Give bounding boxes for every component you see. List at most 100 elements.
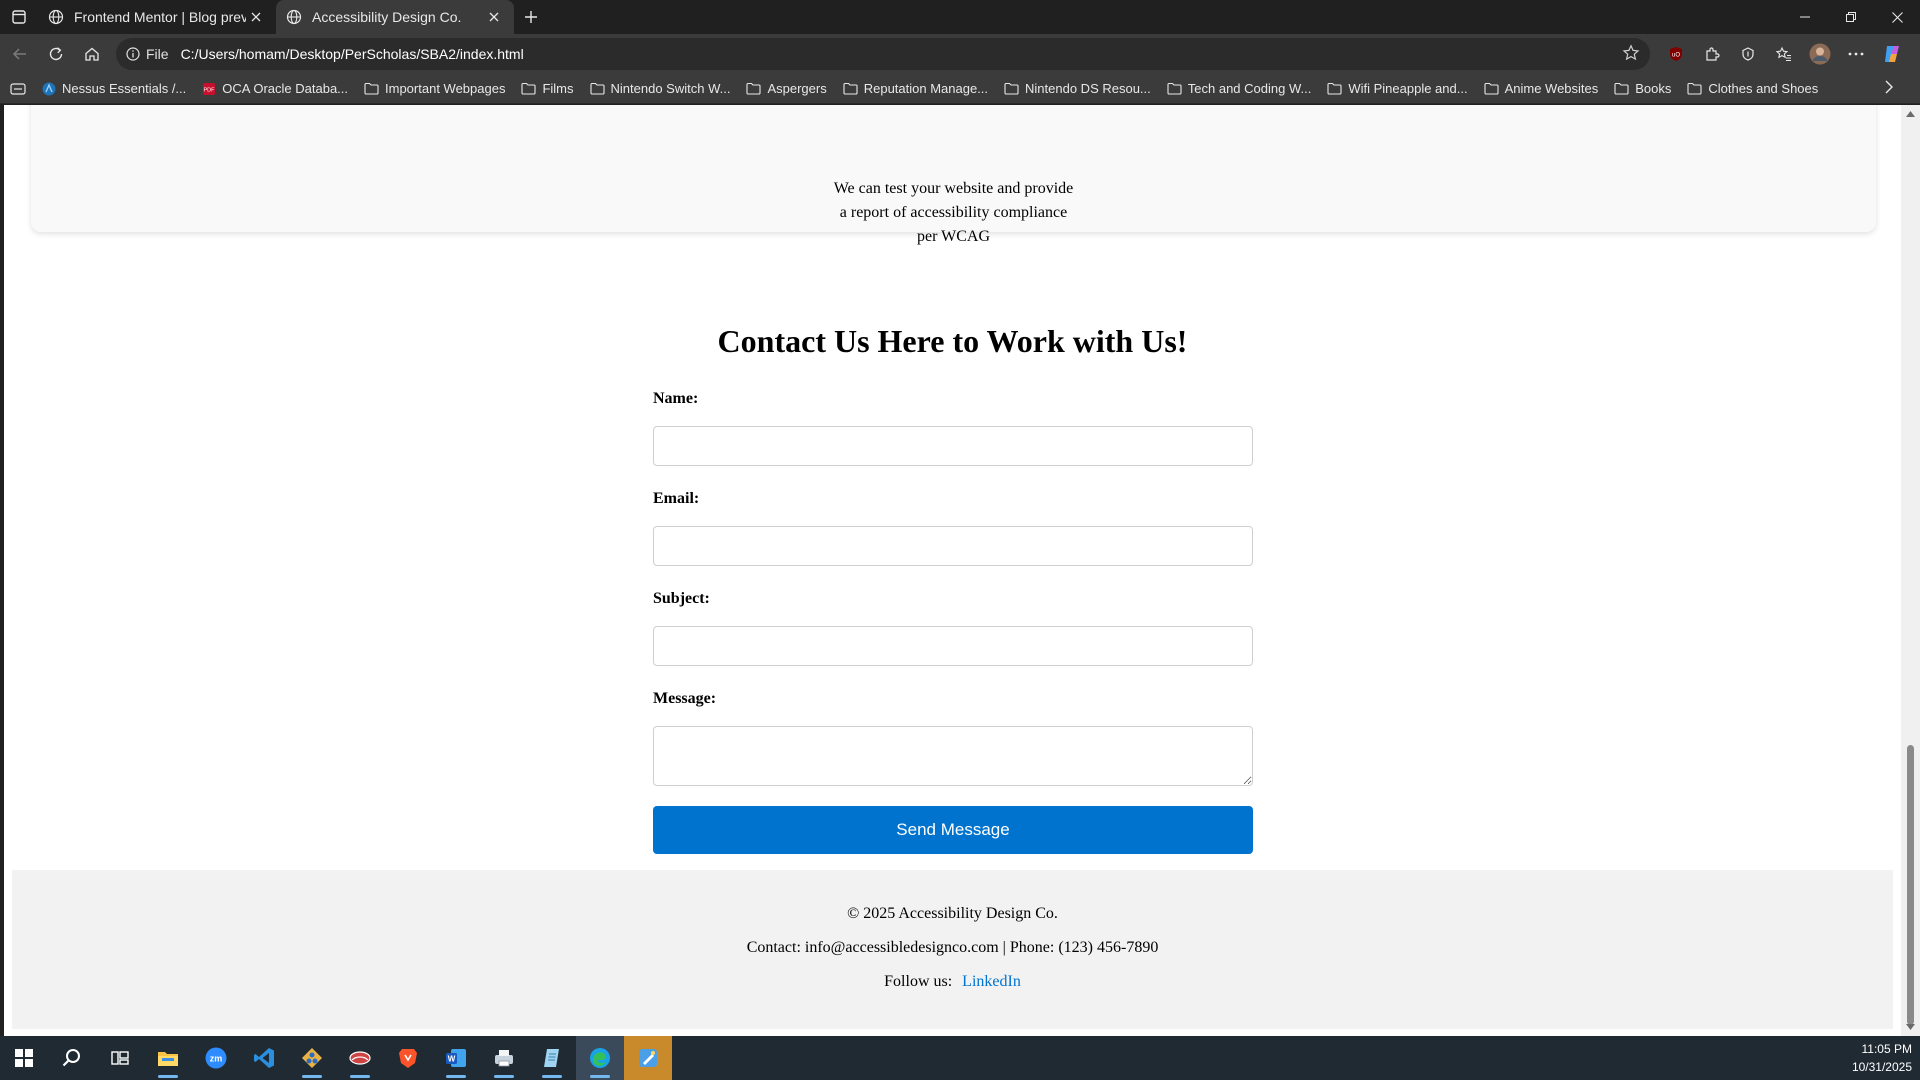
favorite-star-icon[interactable]: [1622, 44, 1640, 65]
globe-icon: [48, 9, 64, 25]
avatar[interactable]: [1806, 40, 1834, 68]
sourcetree-icon[interactable]: [288, 1036, 336, 1080]
page-scrollbar[interactable]: [1901, 105, 1920, 1036]
bookmark-folder[interactable]: Important Webpages: [364, 81, 505, 96]
name-field[interactable]: [653, 426, 1253, 466]
running-indicator: [542, 1075, 562, 1078]
svg-text:PDF: PDF: [204, 87, 216, 93]
folder-icon: [1614, 82, 1629, 95]
bookmark-folder[interactable]: Reputation Manage...: [843, 81, 988, 96]
svg-text:zm: zm: [210, 1054, 223, 1064]
reading-list-icon[interactable]: [10, 82, 26, 96]
running-indicator: [302, 1075, 322, 1078]
bookmark-label: Nintendo DS Resou...: [1025, 81, 1151, 96]
scroll-thumb[interactable]: [1907, 745, 1914, 1025]
paint-app-icon[interactable]: [624, 1036, 672, 1080]
window-controls: [1782, 0, 1920, 34]
ublock-origin-icon[interactable]: uO: [1662, 40, 1690, 68]
copilot-icon[interactable]: [1878, 40, 1906, 68]
folder-icon: [1687, 82, 1702, 95]
search-icon[interactable]: [48, 1036, 96, 1080]
bookmark-folder[interactable]: Books: [1614, 81, 1671, 96]
tab-actions-icon[interactable]: [0, 0, 38, 34]
new-tab-plus-icon[interactable]: [514, 0, 548, 34]
bookmark-label: Aspergers: [767, 81, 827, 96]
contact-title: Contact Us Here to Work with Us!: [717, 323, 1188, 359]
bookmark-label: Wifi Pineapple and...: [1348, 81, 1468, 96]
tab-accessibility-design[interactable]: Accessibility Design Co.: [276, 0, 514, 34]
linkedin-link[interactable]: LinkedIn: [962, 973, 1021, 990]
extensions-puzzle-icon[interactable]: [1698, 40, 1726, 68]
windows-taskbar: zm W 11:05 PM 10/31/2025: [0, 1036, 1920, 1080]
folder-icon: [746, 82, 762, 95]
word-icon[interactable]: W: [432, 1036, 480, 1080]
app-globe-icon[interactable]: [336, 1036, 384, 1080]
bookmark-folder[interactable]: Wifi Pineapple and...: [1327, 81, 1468, 96]
restore-icon[interactable]: [1828, 0, 1874, 34]
bookmark-label: Films: [542, 81, 574, 96]
folder-icon: [1167, 82, 1182, 95]
bookmark-folder[interactable]: Anime Websites: [1484, 81, 1598, 96]
minimize-icon[interactable]: [1782, 0, 1828, 34]
service-text-line: We can test your website and provide: [833, 180, 1074, 197]
edge-browser-icon[interactable]: [576, 1036, 624, 1080]
running-indicator: [350, 1075, 370, 1078]
running-indicator: [446, 1075, 466, 1078]
bookmark-folder[interactable]: Aspergers: [746, 81, 827, 96]
task-view-icon[interactable]: [96, 1036, 144, 1080]
scheme-label: File: [146, 46, 169, 62]
message-label: Message:: [653, 690, 717, 707]
chevron-right-icon[interactable]: [1884, 80, 1894, 97]
vscode-icon[interactable]: [240, 1036, 288, 1080]
more-options-icon[interactable]: [1842, 40, 1870, 68]
contact-info: Contact: info@accessibledesignco.com | P…: [746, 939, 1159, 956]
running-indicator: [590, 1075, 610, 1078]
printer-app-icon[interactable]: [480, 1036, 528, 1080]
windows-start-icon[interactable]: [0, 1036, 48, 1080]
bookmark-folder[interactable]: Clothes and Shoes: [1687, 81, 1818, 96]
message-field[interactable]: [653, 726, 1253, 786]
tab-strip: Frontend Mentor | Blog preview c Accessi…: [0, 0, 1920, 34]
file-explorer-icon[interactable]: [144, 1036, 192, 1080]
brave-browser-icon[interactable]: [384, 1036, 432, 1080]
bookmark-folder[interactable]: Tech and Coding W...: [1167, 81, 1312, 96]
bookmark-item[interactable]: Nessus Essentials /...: [42, 81, 186, 96]
home-icon[interactable]: [74, 36, 110, 72]
service-text-line: a report of accessibility compliance: [839, 204, 1068, 221]
subject-label: Subject:: [653, 590, 710, 607]
svg-text:W: W: [448, 1055, 456, 1064]
browser-essentials-icon[interactable]: [1734, 40, 1762, 68]
close-icon[interactable]: [246, 7, 266, 27]
close-window-icon[interactable]: [1874, 0, 1920, 34]
bookmark-item[interactable]: PDF OCA Oracle Databa...: [202, 81, 348, 96]
tab-frontend-mentor[interactable]: Frontend Mentor | Blog preview c: [38, 0, 276, 34]
bookmarks-bar: Nessus Essentials /... PDF OCA Oracle Da…: [0, 74, 1920, 104]
bookmark-label: Reputation Manage...: [863, 81, 989, 96]
address-bar[interactable]: File C:/Users/homam/Desktop/PerScholas/S…: [116, 38, 1650, 70]
zoom-icon[interactable]: zm: [192, 1036, 240, 1080]
send-message-button[interactable]: Send Message: [653, 806, 1253, 854]
address-url[interactable]: C:/Users/homam/Desktop/PerScholas/SBA2/i…: [181, 46, 524, 62]
favorites-list-icon[interactable]: [1770, 40, 1798, 68]
tab-title: Frontend Mentor | Blog preview c: [74, 9, 246, 25]
globe-icon: [286, 9, 302, 25]
scroll-down-arrow-icon[interactable]: [1905, 1022, 1916, 1032]
contact-form: Name: Email: Subject: Message: Send Mess…: [653, 390, 1253, 854]
bookmark-label: Books: [1635, 81, 1672, 96]
scroll-up-arrow-icon[interactable]: [1905, 109, 1916, 119]
back-arrow-icon[interactable]: [2, 36, 38, 72]
close-icon[interactable]: [484, 7, 504, 27]
notepad-icon[interactable]: [528, 1036, 576, 1080]
bookmark-folder[interactable]: Films: [521, 81, 574, 96]
email-field[interactable]: [653, 526, 1253, 566]
subject-field[interactable]: [653, 626, 1253, 666]
site-info-button[interactable]: File: [126, 46, 169, 62]
bookmark-folder[interactable]: Nintendo Switch W...: [589, 81, 730, 96]
refresh-icon[interactable]: [38, 36, 74, 72]
system-clock[interactable]: 11:05 PM 10/31/2025: [1852, 1040, 1912, 1076]
bookmark-folder[interactable]: Nintendo DS Resou...: [1004, 81, 1151, 96]
bookmark-label: Tech and Coding W...: [1187, 81, 1312, 96]
running-indicator: [158, 1075, 178, 1078]
page-viewport: We can test your website and provide a r…: [0, 105, 1920, 1036]
bookmark-label: Nessus Essentials /...: [62, 81, 187, 96]
